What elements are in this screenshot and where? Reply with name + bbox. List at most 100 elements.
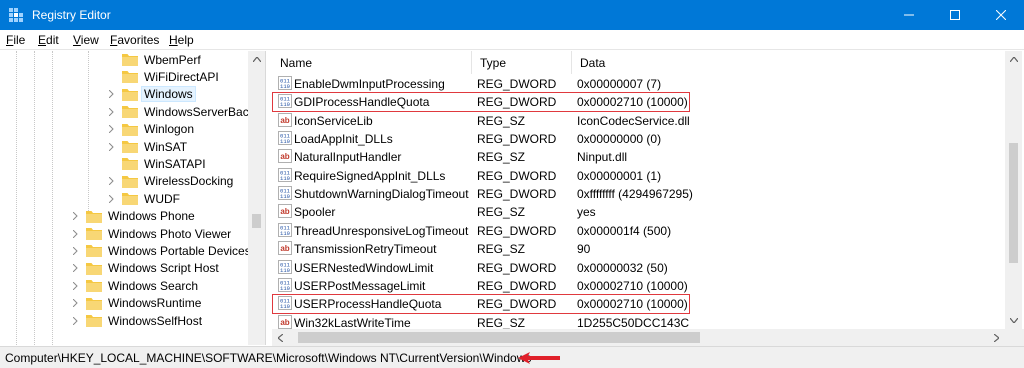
minimize-button[interactable] <box>886 0 932 30</box>
chevron-right-icon[interactable] <box>70 281 80 291</box>
chevron-right-icon[interactable] <box>70 263 80 273</box>
folder-icon <box>122 88 138 101</box>
tree-item[interactable]: WindowsServerBacku <box>106 103 263 120</box>
scroll-up-button[interactable] <box>1005 51 1022 68</box>
value-row[interactable]: ab IconServiceLib REG_SZ IconCodecService.d… <box>272 112 1005 130</box>
value-row[interactable]: 011 110 USERPostMessageLimit REG_DWORD 0x000… <box>272 277 1005 295</box>
value-row[interactable]: ab TransmissionRetryTimeout REG_SZ 90 <box>272 240 1005 258</box>
value-row[interactable]: 011 110 USERNestedWindowLimit REG_DWORD 0x00… <box>272 259 1005 277</box>
chevron-right-icon[interactable] <box>70 211 80 221</box>
value-data: 0x00000000 (0) <box>577 132 662 147</box>
tree-item[interactable]: WiFiDirectAPI <box>106 68 221 85</box>
values-hscroll-thumb[interactable] <box>298 332 700 343</box>
tree-scroll-thumb[interactable] <box>252 214 261 228</box>
values-scroll-thumb[interactable] <box>1009 143 1018 263</box>
folder-icon <box>86 210 102 223</box>
registry-editor-icon <box>9 8 23 22</box>
menu-help-label: elp <box>177 33 194 47</box>
value-type: REG_SZ <box>477 315 526 329</box>
menu-help[interactable]: Help <box>169 33 194 47</box>
tree-item[interactable]: Windows Script Host <box>70 260 221 277</box>
column-header-name[interactable]: Name <box>272 51 472 74</box>
tree-item[interactable]: WindowsSelfHost <box>70 312 204 329</box>
value-type: REG_DWORD <box>477 132 557 147</box>
value-row[interactable]: 011 110 ShutdownWarningDialogTimeout REG_DW… <box>272 185 1005 203</box>
folder-icon <box>122 157 138 171</box>
value-data: 0x000001f4 (500) <box>577 223 672 238</box>
chevron-right-icon[interactable] <box>106 89 116 99</box>
svg-text:110: 110 <box>280 230 290 237</box>
tree-guide-line <box>34 51 35 345</box>
tree-guide-line <box>16 51 17 345</box>
folder-icon <box>122 140 138 153</box>
tree-item[interactable]: Winlogon <box>106 121 196 138</box>
value-data: 0x00000032 (50) <box>577 260 668 275</box>
menu-edit-label: dit <box>46 33 59 47</box>
value-row[interactable]: 011 110 GDIProcessHandleQuota REG_DWORD 0x00… <box>272 93 1005 111</box>
tree-item[interactable]: Windows Portable Devices <box>70 242 253 259</box>
binary-value-icon: 011110 <box>278 167 292 182</box>
chevron-right-icon[interactable] <box>106 142 116 152</box>
chevron-right-icon <box>994 333 999 342</box>
value-type: REG_DWORD <box>477 77 557 91</box>
string-value-icon: ab <box>278 149 292 164</box>
chevron-right-icon[interactable] <box>106 194 116 204</box>
column-header-type[interactable]: Type <box>472 51 572 74</box>
chevron-right-icon[interactable] <box>70 298 80 308</box>
menu-file[interactable]: File <box>6 33 25 47</box>
tree-item-label: Winlogon <box>144 122 195 137</box>
chevron-right-icon[interactable] <box>106 107 116 117</box>
svg-text:ab: ab <box>280 152 289 161</box>
value-row[interactable]: ab Spooler REG_SZ yes <box>272 203 1005 221</box>
value-name: ShutdownWarningDialogTimeout <box>294 187 469 202</box>
chevron-right-icon[interactable] <box>106 124 116 134</box>
scroll-right-button[interactable] <box>988 329 1005 346</box>
chevron-right-icon[interactable] <box>70 316 80 326</box>
tree-item-label: WbemPerf <box>144 52 201 67</box>
tree-item[interactable]: Windows Search <box>70 277 200 294</box>
tree-item[interactable]: Windows <box>106 86 196 103</box>
scroll-left-button[interactable] <box>272 329 289 346</box>
tree-item[interactable]: WbemPerf <box>106 51 203 68</box>
value-row[interactable]: ab NaturalInputHandler REG_SZ Ninput.dll <box>272 148 1005 166</box>
maximize-button[interactable] <box>932 0 978 30</box>
chevron-right-icon[interactable] <box>70 246 80 256</box>
tree-item[interactable]: Windows Photo Viewer <box>70 225 233 242</box>
values-vertical-scrollbar[interactable] <box>1005 51 1022 329</box>
value-row[interactable]: 011 110 EnableDwmInputProcessing REG_DWORD 0… <box>272 75 1005 93</box>
value-row[interactable]: ab Win32kLastWriteTime REG_SZ 1D255C50DCC14… <box>272 314 1005 329</box>
current-key-path: Computer\HKEY_LOCAL_MACHINE\SOFTWARE\Mic… <box>5 351 532 365</box>
tree-item[interactable]: WindowsRuntime <box>70 295 203 312</box>
tree-item[interactable]: WinSATAPI <box>106 155 208 172</box>
values-list-pane[interactable]: Name Type Data 011 110 EnableDwmInputProce… <box>272 51 1005 329</box>
tree-item[interactable]: WUDF <box>106 190 182 207</box>
tree-item-label: WiFiDirectAPI <box>144 69 219 84</box>
values-horizontal-scrollbar[interactable] <box>272 329 1005 346</box>
svg-text:ab: ab <box>280 116 289 125</box>
key-tree-pane[interactable]: WbemPerf WiFiDirectAPI Windows WindowsServe… <box>0 51 266 345</box>
close-button[interactable] <box>978 0 1024 30</box>
folder-icon <box>122 105 138 119</box>
menu-edit[interactable]: Edit <box>38 33 59 47</box>
scroll-down-button[interactable] <box>1005 312 1022 329</box>
column-header-data[interactable]: Data <box>572 51 1005 74</box>
menu-bar: File Edit View Favorites Help <box>0 30 1024 50</box>
value-row[interactable]: 011 110 LoadAppInit_DLLs REG_DWORD 0x0000000… <box>272 130 1005 148</box>
value-name: GDIProcessHandleQuota <box>294 95 430 110</box>
value-row[interactable]: 011 110 RequireSignedAppInit_DLLs REG_DWORD… <box>272 167 1005 185</box>
tree-vertical-scrollbar[interactable] <box>248 51 265 345</box>
chevron-right-icon[interactable] <box>106 176 116 186</box>
value-row[interactable]: 011 110 USERProcessHandleQuota REG_DWORD 0x0… <box>272 295 1005 313</box>
menu-view[interactable]: View <box>73 33 99 47</box>
chevron-right-icon[interactable] <box>70 229 80 239</box>
value-row[interactable]: 011 110 ThreadUnresponsiveLogTimeout REG_DW… <box>272 222 1005 240</box>
tree-item[interactable]: WinSAT <box>106 138 189 155</box>
scroll-up-button[interactable] <box>248 51 265 68</box>
svg-text:110: 110 <box>280 83 290 90</box>
tree-item[interactable]: Windows Phone <box>70 208 197 225</box>
value-type: REG_SZ <box>477 150 526 165</box>
tree-item-label: Windows Script Host <box>108 261 219 276</box>
tree-item[interactable]: WirelessDocking <box>106 173 235 190</box>
menu-favorites[interactable]: Favorites <box>110 33 159 47</box>
